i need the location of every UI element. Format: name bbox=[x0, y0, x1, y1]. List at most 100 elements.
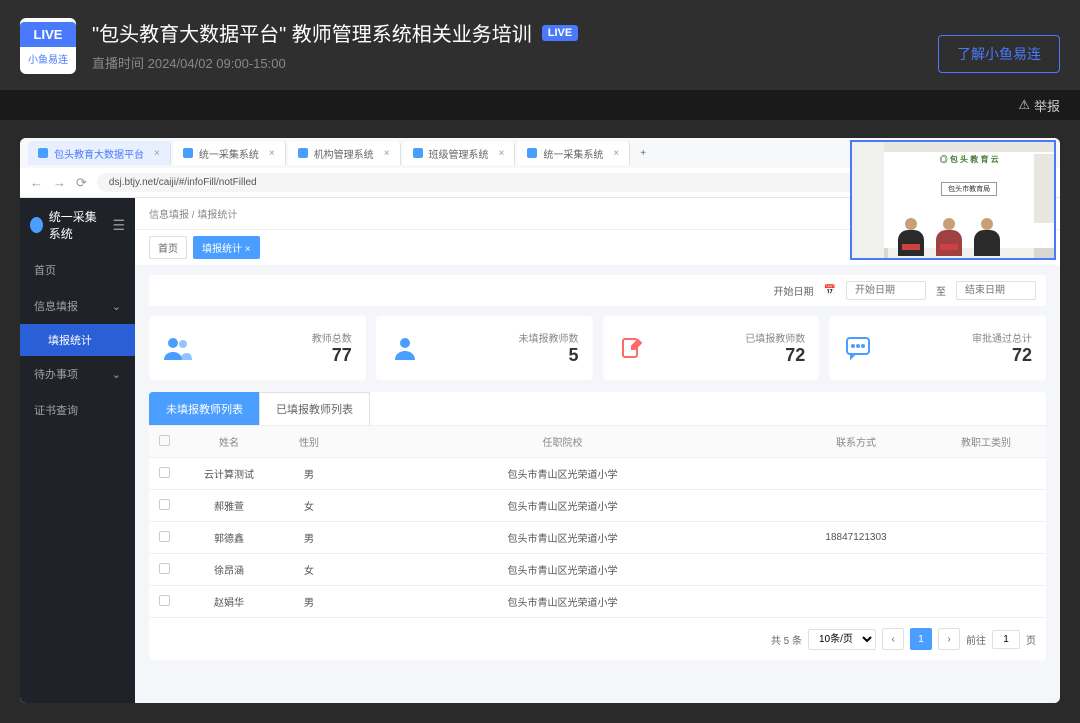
stat-value: 72 bbox=[659, 345, 806, 366]
stat-value: 72 bbox=[885, 345, 1032, 366]
stat-unfilled: 未填报教师数 5 bbox=[376, 316, 593, 380]
row-checkbox[interactable] bbox=[159, 563, 170, 574]
cell-name: 徐昂涵 bbox=[179, 554, 279, 586]
next-page-button[interactable]: › bbox=[938, 628, 960, 650]
tab-filled[interactable]: 已填报教师列表 bbox=[259, 392, 370, 425]
browser-tab[interactable]: 统一采集系统 × bbox=[517, 141, 630, 165]
row-checkbox[interactable] bbox=[159, 499, 170, 510]
teacher-list-panel: 未填报教师列表 已填报教师列表 姓名 性别 任职院校 联系方式 教职工类别 bbox=[149, 392, 1046, 660]
tab-favicon-icon bbox=[413, 148, 423, 158]
end-date-input[interactable] bbox=[956, 281, 1036, 300]
cell-category bbox=[926, 522, 1046, 554]
sidebar: 统一采集系统 ☰ 首页 信息填报 ⌄ 填报统计 待办事项 ⌄ 证书查询 bbox=[20, 198, 135, 703]
presenter-video[interactable]: ◎ 包 头 教 育 云 包头市教育局 bbox=[850, 140, 1056, 260]
stat-value: 77 bbox=[205, 345, 352, 366]
page-number-button[interactable]: 1 bbox=[910, 628, 932, 650]
col-gender: 性别 bbox=[279, 426, 339, 458]
cell-category bbox=[926, 458, 1046, 490]
teacher-table: 姓名 性别 任职院校 联系方式 教职工类别 云计算测试 男 包头市青山区光荣道小… bbox=[149, 426, 1046, 618]
browser-tab[interactable]: 班级管理系统 × bbox=[403, 141, 516, 165]
stat-filled: 已填报教师数 72 bbox=[603, 316, 820, 380]
brand-text: 小鱼易连 bbox=[24, 47, 72, 70]
cell-contact: 18847121303 bbox=[786, 522, 926, 554]
goto-page-input[interactable] bbox=[992, 630, 1020, 649]
new-tab-button[interactable]: + bbox=[632, 148, 654, 159]
browser-tab[interactable]: 统一采集系统 × bbox=[173, 141, 286, 165]
date-filter: 开始日期 📅 至 bbox=[149, 275, 1046, 306]
tab-favicon-icon bbox=[183, 148, 193, 158]
collapse-icon[interactable]: ☰ bbox=[112, 217, 125, 234]
learn-more-button[interactable]: 了解小鱼易连 bbox=[938, 35, 1060, 73]
table-row: 郝雅萱 女 包头市青山区光荣道小学 bbox=[149, 490, 1046, 522]
message-icon bbox=[843, 333, 873, 363]
cell-contact bbox=[786, 554, 926, 586]
row-checkbox[interactable] bbox=[159, 595, 170, 606]
sidebar-subitem-fill-stats[interactable]: 填报统计 bbox=[20, 324, 135, 356]
video-logo: ◎ 包 头 教 育 云 bbox=[884, 154, 1054, 165]
report-bar: ⚠ 举报 bbox=[0, 90, 1080, 120]
close-icon[interactable]: × bbox=[613, 148, 619, 159]
video-bg-right bbox=[1034, 154, 1054, 224]
cell-contact bbox=[786, 458, 926, 490]
cell-gender: 女 bbox=[279, 490, 339, 522]
app-root: 统一采集系统 ☰ 首页 信息填报 ⌄ 填报统计 待办事项 ⌄ 证书查询 信息 bbox=[20, 198, 1060, 703]
sidebar-item-label: 信息填报 bbox=[34, 298, 78, 314]
browser-tab[interactable]: 机构管理系统 × bbox=[288, 141, 401, 165]
stat-label: 教师总数 bbox=[205, 330, 352, 345]
sidebar-item-home[interactable]: 首页 bbox=[20, 252, 135, 288]
prev-page-button[interactable]: ‹ bbox=[882, 628, 904, 650]
close-icon[interactable]: × bbox=[154, 148, 160, 159]
reload-icon[interactable]: ⟳ bbox=[76, 175, 87, 191]
row-checkbox[interactable] bbox=[159, 531, 170, 542]
browser-tab[interactable]: 包头教育大数据平台 × bbox=[28, 141, 171, 165]
forward-icon[interactable]: → bbox=[53, 175, 66, 190]
sidebar-item-cert[interactable]: 证书查询 bbox=[20, 392, 135, 428]
sidebar-item-info-fill[interactable]: 信息填报 ⌄ bbox=[20, 288, 135, 324]
sidebar-item-todo[interactable]: 待办事项 ⌄ bbox=[20, 356, 135, 392]
cell-category bbox=[926, 586, 1046, 618]
stat-total-teachers: 教师总数 77 bbox=[149, 316, 366, 380]
stream-title: "包头教育大数据平台" 教师管理系统相关业务培训 bbox=[92, 18, 532, 47]
stream-time: 直播时间 2024/04/02 09:00-15:00 bbox=[92, 53, 938, 72]
date-sep: 至 bbox=[936, 283, 946, 298]
tab-favicon-icon bbox=[38, 148, 48, 158]
cell-school: 包头市青山区光荣道小学 bbox=[339, 554, 786, 586]
video-banner: 包头市教育局 bbox=[941, 182, 997, 196]
close-icon[interactable]: × bbox=[269, 148, 275, 159]
page-tab-current[interactable]: 填报统计 × bbox=[193, 236, 260, 259]
stat-label: 未填报教师数 bbox=[432, 330, 579, 345]
page-size-select[interactable]: 10条/页 bbox=[808, 629, 876, 650]
cell-name: 郭德鑫 bbox=[179, 522, 279, 554]
table-row: 赵娟华 男 包头市青山区光荣道小学 bbox=[149, 586, 1046, 618]
cell-name: 赵娟华 bbox=[179, 586, 279, 618]
table-row: 云计算测试 男 包头市青山区光荣道小学 bbox=[149, 458, 1046, 490]
live-logo-badge: LIVE 小鱼易连 bbox=[20, 18, 76, 74]
report-link[interactable]: 举报 bbox=[1034, 96, 1060, 115]
stat-value: 5 bbox=[432, 345, 579, 366]
cell-school: 包头市青山区光荣道小学 bbox=[339, 586, 786, 618]
tab-label: 班级管理系统 bbox=[429, 146, 489, 161]
cell-gender: 女 bbox=[279, 554, 339, 586]
app-name: 统一采集系统 bbox=[49, 208, 107, 242]
live-stream-header: LIVE 小鱼易连 "包头教育大数据平台" 教师管理系统相关业务培训 LIVE … bbox=[0, 0, 1080, 90]
total-count: 共 5 条 bbox=[771, 632, 802, 647]
row-checkbox[interactable] bbox=[159, 467, 170, 478]
cell-name: 云计算测试 bbox=[179, 458, 279, 490]
close-icon[interactable]: × bbox=[499, 148, 505, 159]
back-icon[interactable]: ← bbox=[30, 175, 43, 190]
select-all-checkbox[interactable] bbox=[159, 435, 170, 446]
stats-row: 教师总数 77 未填报教师数 5 bbox=[149, 316, 1046, 380]
stat-approved: 审批通过总计 72 bbox=[829, 316, 1046, 380]
sidebar-item-label: 待办事项 bbox=[34, 366, 78, 382]
warning-icon: ⚠ bbox=[1018, 97, 1030, 113]
live-tag: LIVE bbox=[542, 25, 578, 41]
cell-category bbox=[926, 554, 1046, 586]
page-tab-home[interactable]: 首页 bbox=[149, 236, 187, 259]
close-icon[interactable]: × bbox=[384, 148, 390, 159]
content-area: 开始日期 📅 至 教师总数 77 bbox=[135, 265, 1060, 703]
table-row: 徐昂涵 女 包头市青山区光荣道小学 bbox=[149, 554, 1046, 586]
goto-label: 前往 bbox=[966, 632, 986, 647]
start-date-input[interactable] bbox=[846, 281, 926, 300]
tab-unfilled[interactable]: 未填报教师列表 bbox=[149, 392, 260, 425]
user-icon bbox=[390, 333, 420, 363]
